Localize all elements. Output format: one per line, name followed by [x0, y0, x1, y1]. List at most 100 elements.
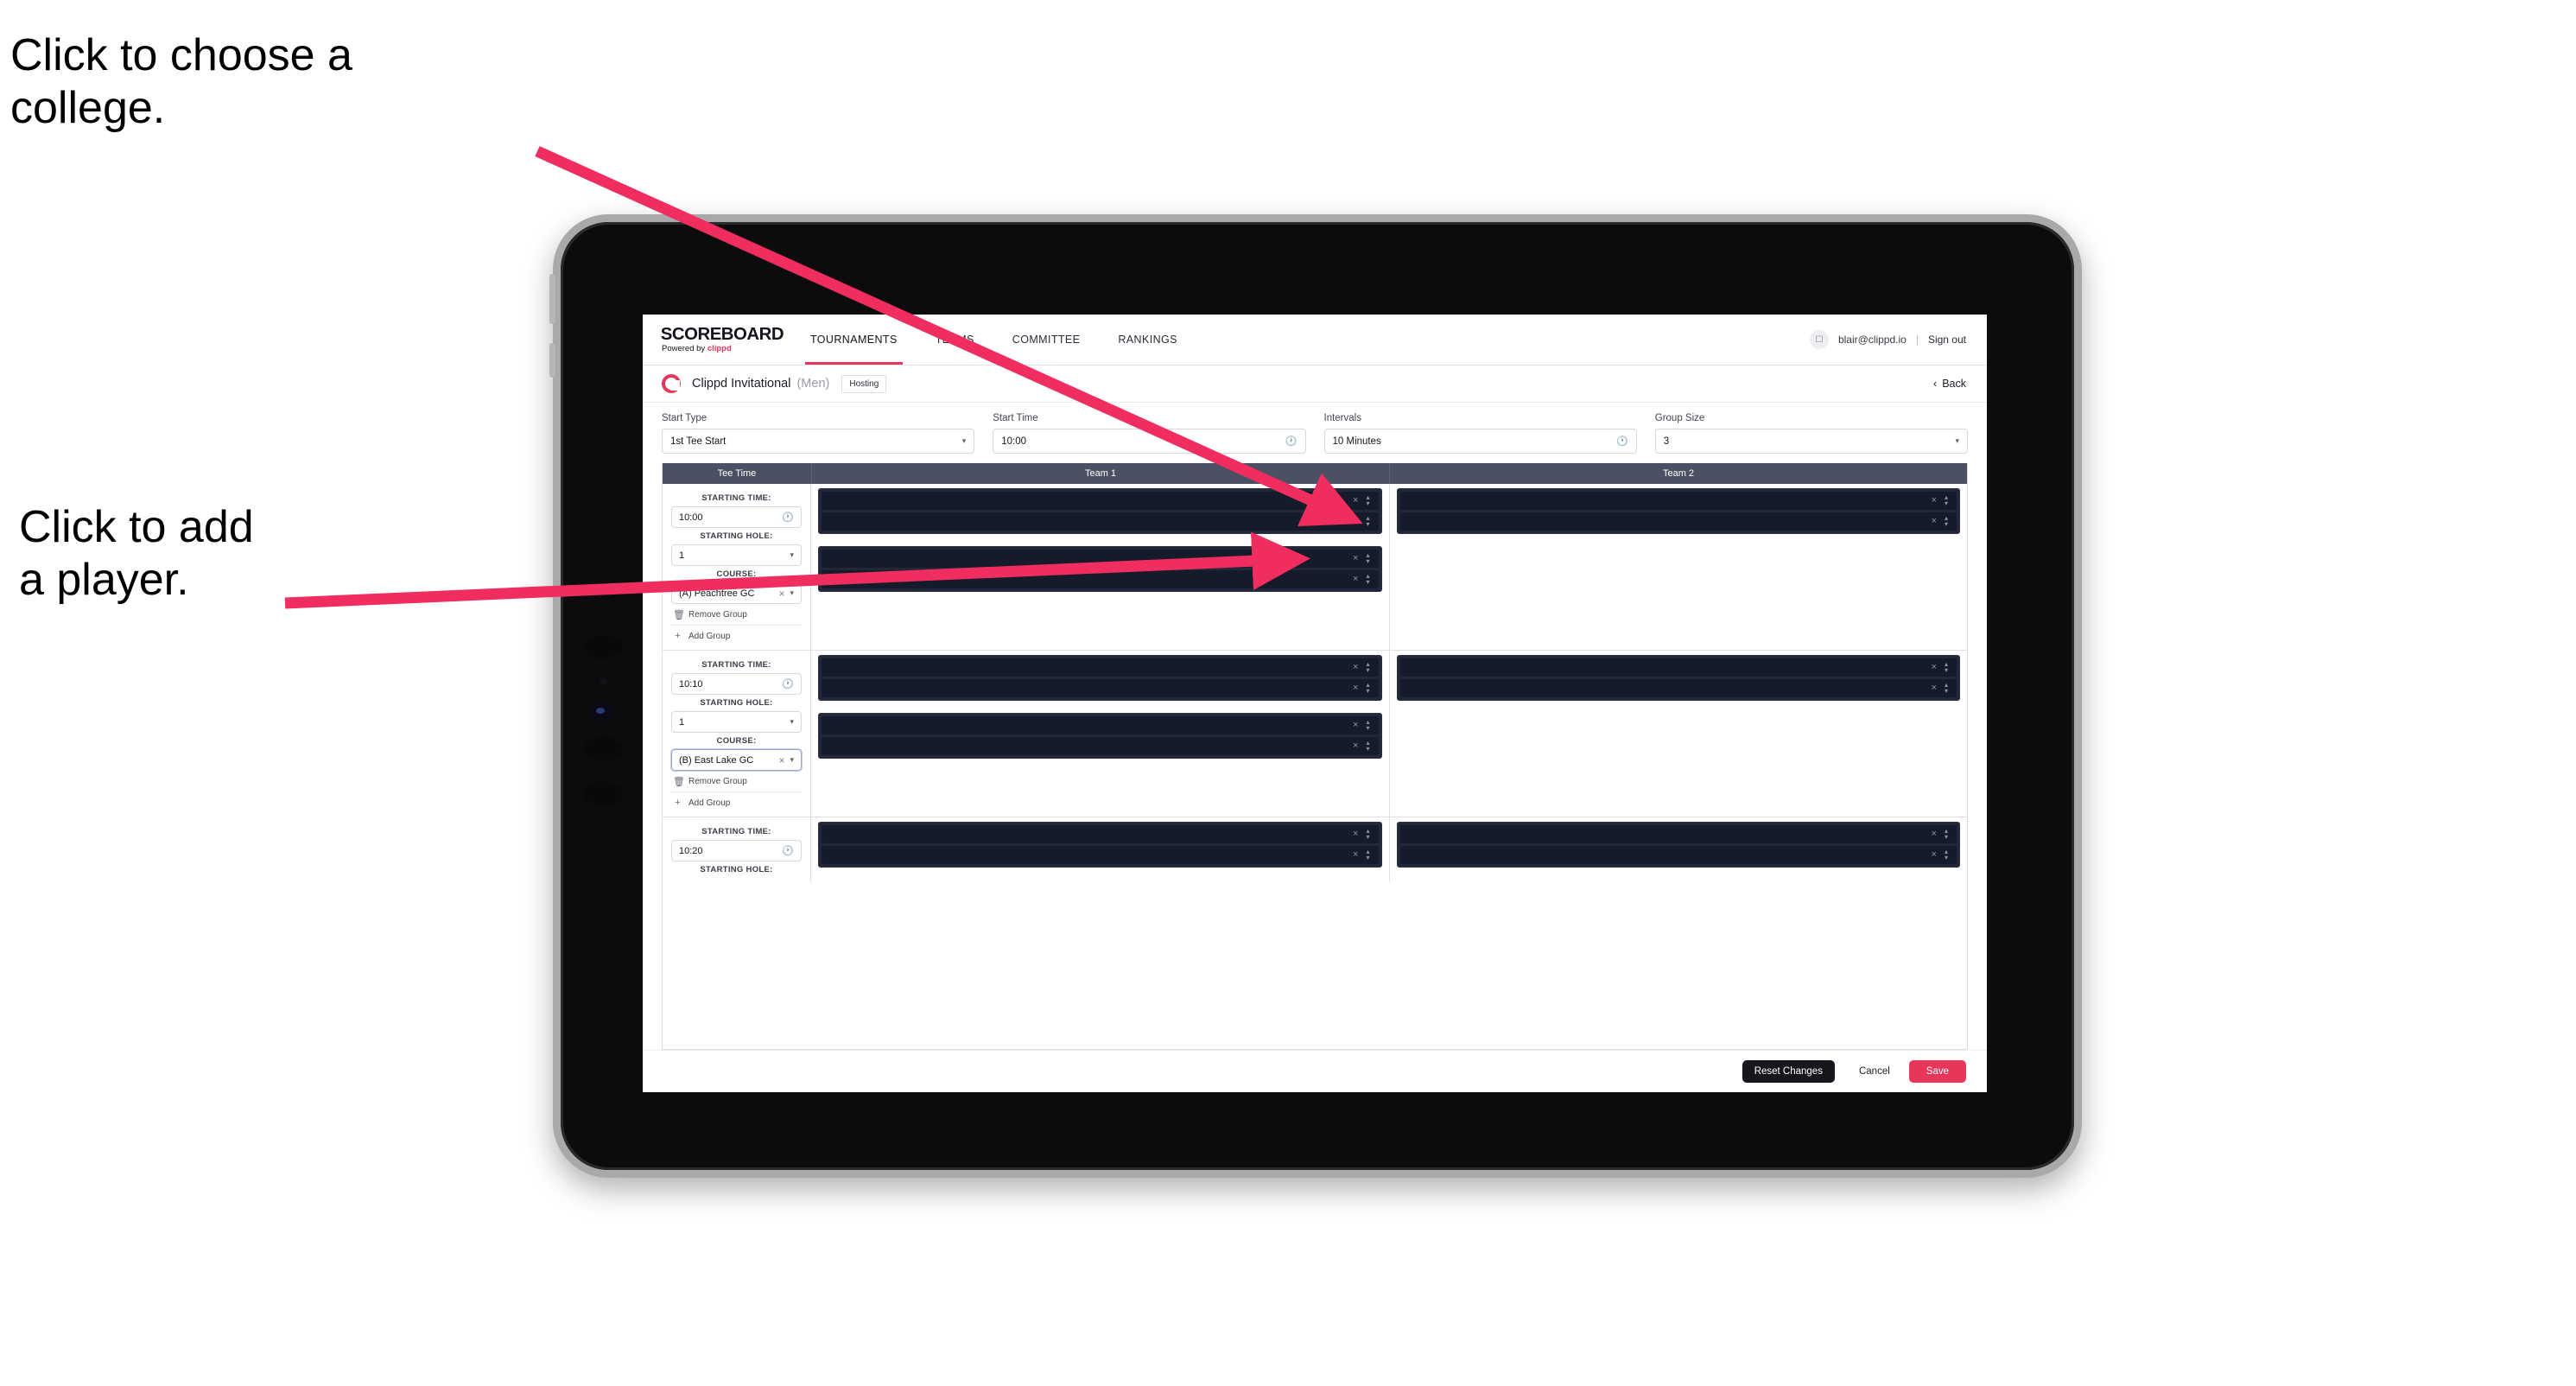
select-group-size[interactable]: 3 ▾ [1654, 429, 1968, 454]
stepper-icon[interactable]: ▴ ▾ [1366, 827, 1369, 841]
close-x-icon[interactable]: × [1353, 517, 1358, 526]
add-group-button[interactable]: + Add Group [671, 792, 802, 812]
add-group-button[interactable]: + Add Group [671, 626, 802, 645]
stepper-icon[interactable]: ▴ ▾ [1945, 514, 1948, 528]
stepper-icon-group-size[interactable]: ▾ [1955, 436, 1959, 445]
stepper-icon[interactable]: ▾ [790, 588, 794, 597]
select-course[interactable]: (B) East Lake GC × ▾ [671, 749, 802, 771]
player-select-row[interactable]: × ▴ ▾ [822, 492, 1379, 510]
clock-icon[interactable]: 🕐 [782, 845, 794, 856]
stepper-icon[interactable]: ▴ ▾ [1366, 681, 1369, 695]
player-select-row[interactable]: × ▴ ▾ [1399, 512, 1957, 531]
close-x-icon[interactable]: × [1353, 850, 1358, 860]
save-button[interactable]: Save [1908, 1060, 1966, 1083]
player-group-block: × ▴ ▾ × ▴ ▾ [818, 655, 1382, 701]
plus-icon: + [675, 798, 681, 808]
annotation-choose-college: Click to choose a college. [10, 30, 352, 134]
clock-icon[interactable]: 🕐 [782, 512, 794, 523]
select-starting-hole[interactable]: 1 ▾ [671, 711, 802, 733]
cancel-button[interactable]: Cancel [1845, 1060, 1904, 1083]
select-starting-hole[interactable]: 1 ▾ [671, 544, 802, 566]
stepper-icon[interactable]: ▴ ▾ [1366, 493, 1369, 507]
stepper-icon[interactable]: ▴ ▾ [1366, 848, 1369, 861]
close-x-icon[interactable]: × [1932, 517, 1937, 526]
close-x-icon[interactable]: × [1932, 663, 1937, 672]
clock-icon-intervals[interactable]: 🕐 [1616, 436, 1628, 447]
close-x-icon[interactable]: × [1353, 575, 1358, 584]
nav-link-rankings[interactable]: RANKINGS [1118, 315, 1177, 365]
user-image-icon[interactable]: ☐ [1809, 330, 1829, 349]
close-x-icon[interactable]: × [1932, 850, 1937, 860]
player-select-row[interactable]: × ▴ ▾ [1399, 679, 1957, 697]
stepper-icon[interactable]: ▴ ▾ [1945, 493, 1948, 507]
close-x-icon[interactable]: × [1353, 554, 1358, 563]
stepper-icon[interactable]: ▴ ▾ [1366, 551, 1369, 565]
sign-out-link[interactable]: Sign out [1928, 334, 1966, 346]
player-select-row[interactable]: × ▴ ▾ [822, 550, 1379, 568]
input-intervals[interactable]: 10 Minutes 🕐 [1323, 429, 1637, 454]
stepper-icon[interactable]: ▴ ▾ [1945, 660, 1948, 674]
input-starting-time[interactable]: 10:00 🕐 [671, 506, 802, 528]
speaker-hole-icon-2 [583, 782, 623, 805]
input-start-time[interactable]: 10:00 🕐 [993, 429, 1306, 454]
player-select-row[interactable]: × ▴ ▾ [822, 737, 1379, 755]
close-x-icon[interactable]: × [1932, 496, 1937, 505]
volume-up-button[interactable] [549, 274, 555, 324]
stepper-icon[interactable]: ▴ ▾ [1366, 718, 1369, 732]
player-select-row[interactable]: × ▴ ▾ [822, 658, 1379, 677]
player-select-row[interactable]: × ▴ ▾ [1399, 658, 1957, 677]
player-select-row[interactable]: × ▴ ▾ [1399, 492, 1957, 510]
player-select-row[interactable]: × ▴ ▾ [822, 846, 1379, 864]
close-x-icon[interactable]: × [778, 588, 784, 600]
close-x-icon[interactable]: × [1353, 663, 1358, 672]
player-select-row[interactable]: × ▴ ▾ [822, 825, 1379, 843]
plus-icon: + [675, 631, 681, 641]
nav-link-committee[interactable]: COMMITTEE [1012, 315, 1081, 365]
input-starting-time[interactable]: 10:10 🕐 [671, 673, 802, 695]
select-start-type[interactable]: 1st Tee Start ▾ [662, 429, 975, 454]
close-x-icon[interactable]: × [1353, 830, 1358, 839]
stepper-icon[interactable]: ▴ ▾ [1945, 848, 1948, 861]
back-button[interactable]: ‹ Back [1933, 378, 1966, 390]
player-select-row[interactable]: × ▴ ▾ [1399, 846, 1957, 864]
close-x-icon[interactable]: × [1353, 721, 1358, 730]
close-x-icon[interactable]: × [1353, 496, 1358, 505]
player-select-row[interactable]: × ▴ ▾ [822, 716, 1379, 734]
stepper-icon[interactable]: ▾ [790, 550, 794, 559]
label-course: COURSE: [716, 736, 757, 746]
stepper-icon[interactable]: ▴ ▾ [1945, 827, 1948, 841]
close-x-icon[interactable]: × [1932, 683, 1937, 693]
stepper-icon[interactable]: ▾ [962, 436, 967, 445]
scoreboard-logo[interactable]: SCOREBOARD Powered by clippd [660, 325, 784, 353]
tee-time-group: STARTING TIME: 10:10 🕐 STARTING HOLE: 1 ▾ COUR… [663, 651, 1967, 817]
stepper-icon[interactable]: ▴ ▾ [1366, 739, 1369, 753]
label-starting-time: STARTING TIME: [701, 827, 771, 836]
remove-group-button[interactable]: 🗑 Remove Group [671, 771, 802, 792]
player-select-row[interactable]: × ▴ ▾ [822, 512, 1379, 531]
clock-icon[interactable]: 🕐 [782, 678, 794, 690]
remove-group-button[interactable]: 🗑 Remove Group [671, 604, 802, 626]
select-course[interactable]: (A) Peachtree GC × ▾ [671, 582, 802, 604]
stepper-icon[interactable]: ▾ [790, 755, 794, 764]
player-select-row[interactable]: × ▴ ▾ [1399, 825, 1957, 843]
input-starting-time[interactable]: 10:20 🕐 [671, 840, 802, 861]
clock-icon[interactable]: 🕐 [1285, 436, 1298, 447]
volume-down-button[interactable] [549, 343, 555, 378]
tee-time-group: STARTING TIME: 10:00 🕐 STARTING HOLE: 1 ▾ COUR… [663, 484, 1967, 651]
stepper-icon[interactable]: ▴ ▾ [1366, 660, 1369, 674]
top-navigation-bar: SCOREBOARD Powered by clippd TOURNAMENTS… [643, 315, 1987, 366]
stepper-icon[interactable]: ▴ ▾ [1366, 514, 1369, 528]
logo-title: SCOREBOARD [660, 325, 784, 345]
close-x-icon[interactable]: × [778, 754, 784, 766]
stepper-icon[interactable]: ▴ ▾ [1945, 681, 1948, 695]
reset-changes-button[interactable]: Reset Changes [1742, 1060, 1835, 1083]
close-x-icon[interactable]: × [1932, 830, 1937, 839]
stepper-icon[interactable]: ▾ [790, 717, 794, 726]
player-select-row[interactable]: × ▴ ▾ [822, 570, 1379, 588]
nav-link-tournaments[interactable]: TOURNAMENTS [805, 315, 903, 365]
close-x-icon[interactable]: × [1353, 683, 1358, 693]
stepper-icon[interactable]: ▴ ▾ [1366, 572, 1369, 586]
nav-link-teams[interactable]: TEAMS [936, 315, 974, 365]
close-x-icon[interactable]: × [1353, 741, 1358, 751]
player-select-row[interactable]: × ▴ ▾ [822, 679, 1379, 697]
